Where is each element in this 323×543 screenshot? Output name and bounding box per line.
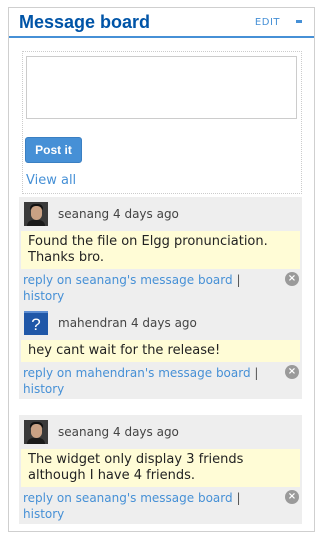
- post-form: Post it View all: [22, 51, 302, 194]
- avatar[interactable]: [24, 420, 48, 444]
- separator: |: [236, 273, 241, 287]
- reply-link[interactable]: reply on seanang's message board: [23, 273, 233, 287]
- timestamp: 4 days ago: [130, 316, 197, 330]
- message-header: ? mahendran 4 days ago: [19, 306, 302, 340]
- message-item: ? mahendran 4 days ago hey cant wait for…: [19, 306, 302, 399]
- delete-icon[interactable]: ×: [285, 365, 299, 379]
- author-name[interactable]: seanang: [58, 425, 109, 439]
- edit-link[interactable]: EDIT: [255, 17, 280, 28]
- history-link[interactable]: history: [23, 382, 64, 396]
- history-link[interactable]: history: [23, 289, 64, 303]
- message-body: The widget only display 3 friends althou…: [21, 449, 300, 487]
- timestamp: 4 days ago: [113, 425, 179, 439]
- timestamp: 4 days ago: [113, 207, 179, 221]
- message-footer: reply on mahendran's message board | his…: [19, 362, 302, 399]
- message-footer: reply on seanang's message board | histo…: [19, 487, 302, 524]
- message-footer: reply on seanang's message board | histo…: [19, 269, 302, 306]
- avatar-question-icon[interactable]: ?: [24, 311, 48, 335]
- message-header: seanang 4 days ago: [19, 415, 302, 449]
- widget-title: Message board: [19, 12, 151, 32]
- avatar[interactable]: [24, 202, 48, 226]
- separator: |: [236, 491, 241, 505]
- message-item: seanang 4 days ago The widget only displ…: [19, 415, 302, 524]
- message-input[interactable]: [26, 56, 297, 119]
- reply-link[interactable]: reply on mahendran's message board: [23, 366, 251, 380]
- message-body: Found the file on Elgg pronunciation. Th…: [21, 231, 300, 269]
- post-button[interactable]: Post it: [25, 137, 82, 163]
- widget-header: Message board EDIT: [9, 8, 314, 38]
- author-name[interactable]: seanang: [58, 207, 109, 221]
- message-meta: seanang 4 days ago: [58, 425, 179, 439]
- message-meta: mahendran 4 days ago: [58, 316, 197, 330]
- delete-icon[interactable]: ×: [285, 490, 299, 504]
- collapse-icon[interactable]: [296, 20, 302, 23]
- message-meta: seanang 4 days ago: [58, 207, 179, 221]
- author-name[interactable]: mahendran: [58, 316, 127, 330]
- reply-link[interactable]: reply on seanang's message board: [23, 491, 233, 505]
- history-link[interactable]: history: [23, 507, 64, 521]
- message-body: hey cant wait for the release!: [21, 340, 300, 362]
- message-item: seanang 4 days ago Found the file on Elg…: [19, 197, 302, 306]
- separator: |: [254, 366, 259, 380]
- message-header: seanang 4 days ago: [19, 197, 302, 231]
- view-all-link[interactable]: View all: [26, 173, 76, 188]
- delete-icon[interactable]: ×: [285, 272, 299, 286]
